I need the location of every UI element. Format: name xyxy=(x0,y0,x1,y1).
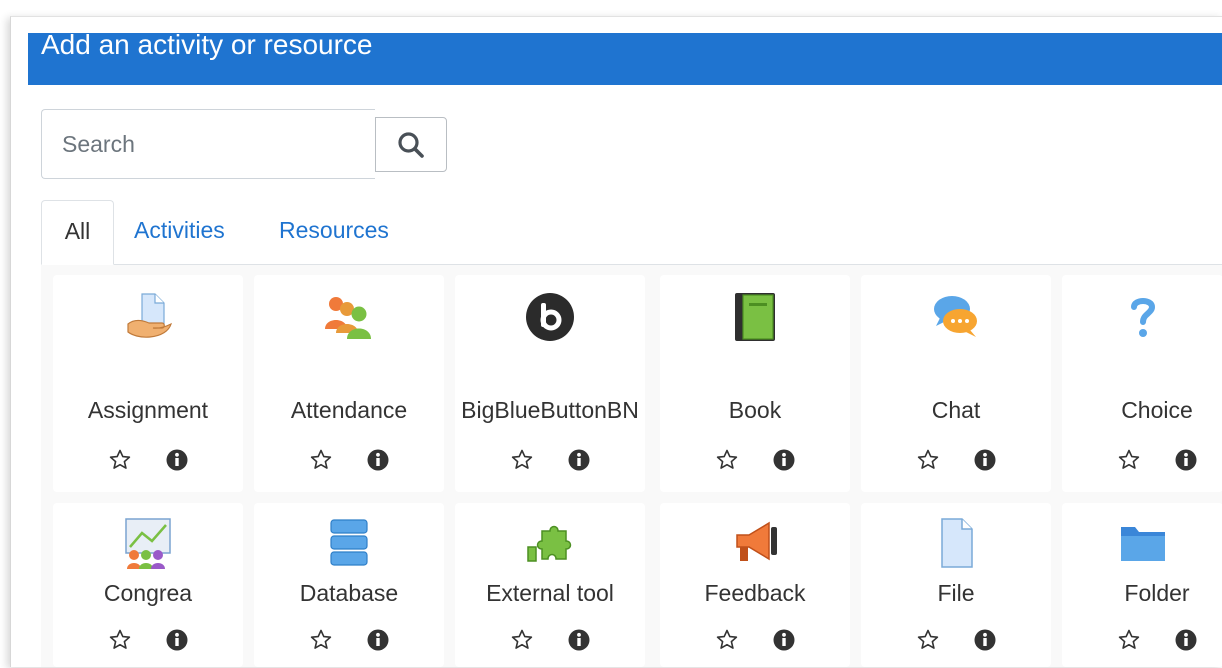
search-icon xyxy=(398,131,424,158)
info-icon[interactable] xyxy=(567,448,591,472)
module-tile-bigbluebutton[interactable]: BigBlueButtonBN xyxy=(455,275,645,492)
info-icon[interactable] xyxy=(973,448,997,472)
chat-icon xyxy=(934,296,977,337)
star-icon[interactable] xyxy=(715,448,739,472)
tab-resources[interactable]: Resources xyxy=(279,200,389,263)
info-icon[interactable] xyxy=(772,448,796,472)
info-icon[interactable] xyxy=(165,628,189,652)
info-icon[interactable] xyxy=(772,628,796,652)
info-icon[interactable] xyxy=(165,448,189,472)
info-icon[interactable] xyxy=(1174,628,1198,652)
bigbluebutton-icon xyxy=(526,293,574,341)
module-name: Choice xyxy=(1121,397,1193,423)
external-tool-icon xyxy=(527,525,572,562)
module-tile-folder[interactable]: Folder xyxy=(1062,503,1222,667)
search-button[interactable] xyxy=(375,117,447,172)
tab-activities[interactable]: Activities xyxy=(134,200,225,263)
module-tile-database[interactable]: Database xyxy=(254,503,444,667)
tab-all[interactable]: All xyxy=(41,200,114,265)
book-icon xyxy=(735,293,775,341)
info-icon[interactable] xyxy=(973,628,997,652)
module-name: Book xyxy=(728,397,782,423)
module-grid: Assignment Attendance BigBlueButtonBN Bo… xyxy=(41,265,1222,667)
module-tile-assignment[interactable]: Assignment xyxy=(53,275,243,492)
star-icon[interactable] xyxy=(916,628,940,652)
module-name: Folder xyxy=(1124,580,1190,606)
module-name: File xyxy=(937,580,975,606)
star-icon[interactable] xyxy=(510,628,534,652)
module-tile-congrea[interactable]: Congrea xyxy=(53,503,243,667)
tab-bar: All Activities Resources xyxy=(41,200,1222,265)
star-icon[interactable] xyxy=(309,628,333,652)
folder-icon xyxy=(1120,527,1165,561)
dialog-header: Add an activity or resource xyxy=(28,29,1222,85)
congrea-icon xyxy=(125,518,171,569)
module-tile-book[interactable]: Book xyxy=(660,275,850,492)
module-tile-file[interactable]: File xyxy=(861,503,1051,667)
database-icon xyxy=(330,519,368,566)
activity-chooser-dialog: Add an activity or resource All Activiti… xyxy=(10,16,1222,667)
module-name: BigBlueButtonBN xyxy=(461,397,639,423)
attendance-icon xyxy=(325,297,371,339)
module-tile-chat[interactable]: Chat xyxy=(861,275,1051,492)
file-icon xyxy=(941,518,973,568)
choice-icon xyxy=(1130,298,1155,337)
info-icon[interactable] xyxy=(366,628,390,652)
star-icon[interactable] xyxy=(510,448,534,472)
info-icon[interactable] xyxy=(567,628,591,652)
module-tile-external-tool[interactable]: External tool xyxy=(455,503,645,667)
star-icon[interactable] xyxy=(108,448,132,472)
module-name: Congrea xyxy=(103,580,193,606)
feedback-icon xyxy=(736,521,777,561)
star-icon[interactable] xyxy=(108,628,132,652)
module-name: Database xyxy=(299,580,399,606)
module-name: Attendance xyxy=(290,397,408,423)
assignment-icon xyxy=(127,293,172,338)
module-tile-feedback[interactable]: Feedback xyxy=(660,503,850,667)
star-icon[interactable] xyxy=(715,628,739,652)
star-icon[interactable] xyxy=(1117,628,1141,652)
module-name: External tool xyxy=(486,580,614,606)
module-name: Assignment xyxy=(87,397,209,423)
search-input[interactable] xyxy=(41,109,375,179)
module-tile-choice[interactable]: Choice xyxy=(1062,275,1222,492)
module-name: Chat xyxy=(931,397,981,423)
dialog-title: Add an activity or resource xyxy=(41,29,373,60)
module-name: Feedback xyxy=(704,580,806,606)
info-icon[interactable] xyxy=(366,448,390,472)
info-icon[interactable] xyxy=(1174,448,1198,472)
star-icon[interactable] xyxy=(916,448,940,472)
star-icon[interactable] xyxy=(1117,448,1141,472)
module-tile-attendance[interactable]: Attendance xyxy=(254,275,444,492)
star-icon[interactable] xyxy=(309,448,333,472)
